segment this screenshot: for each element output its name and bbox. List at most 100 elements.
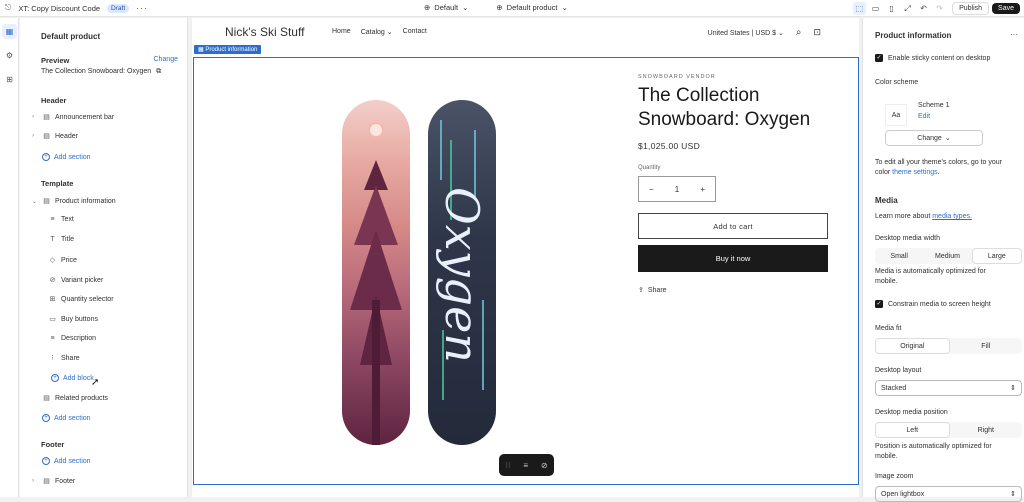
add-section-header-button[interactable]: + Add section: [42, 153, 91, 161]
change-preview-link[interactable]: Change: [153, 56, 178, 63]
section-footer[interactable]: › ▤ Footer: [32, 477, 75, 486]
theme-name: XT: Copy Discount Code: [18, 3, 101, 13]
block-quantity-selector[interactable]: ⊞ Quantity selector: [48, 295, 114, 304]
button-icon: ▭: [49, 316, 56, 323]
product-details: SNOWBOARD VENDOR The Collection Snowboar…: [638, 74, 828, 294]
section-icon: ▤: [43, 395, 50, 402]
store-logo[interactable]: Nick's Ski Stuff: [225, 25, 304, 39]
section-related-products[interactable]: ▤ Related products: [32, 394, 108, 403]
locale-selector[interactable]: United States | USD $ ⌄: [708, 29, 784, 37]
nav-link-home[interactable]: Home: [332, 28, 351, 36]
colors-hint: To edit all your theme's colors, go to y…: [875, 159, 1003, 176]
block-buy-buttons[interactable]: ▭ Buy buttons: [48, 315, 98, 324]
block-label: Quantity selector: [61, 295, 114, 303]
chevron-down-icon: ⌄: [777, 29, 784, 37]
undo-icon[interactable]: ↶: [917, 2, 930, 15]
mouse-cursor: ➚: [91, 377, 100, 388]
plus-circle-icon: +: [51, 374, 59, 382]
status-badge: Draft: [107, 3, 130, 13]
minus-icon[interactable]: −: [649, 185, 654, 194]
template-group-label: Template: [41, 179, 74, 188]
exit-icon[interactable]: ⎋: [5, 3, 11, 13]
theme-settings-icon[interactable]: ⚙: [2, 48, 17, 63]
add-block-button[interactable]: + Add block: [51, 374, 94, 382]
fit-option-original[interactable]: Original: [875, 338, 950, 354]
sections-icon[interactable]: ▦: [2, 24, 17, 39]
position-option-left[interactable]: Left: [875, 422, 950, 438]
redo-icon[interactable]: ↷: [933, 2, 946, 15]
store-header: Nick's Ski Stuff Home Catalog ⌄ Contact …: [192, 18, 859, 48]
nav-link-contact[interactable]: Contact: [403, 28, 427, 36]
nav-link-label: Catalog: [360, 29, 385, 36]
color-scheme-swatch: Aa: [885, 104, 907, 126]
section-icon: ▤: [43, 114, 50, 121]
nav-link-catalog[interactable]: Catalog ⌄: [361, 28, 393, 36]
image-zoom-select[interactable]: Open lightbox ⇕: [875, 486, 1022, 502]
save-button[interactable]: Save: [992, 3, 1020, 14]
media-learn: Learn more about media types.: [875, 212, 972, 222]
buy-now-button[interactable]: Buy it now: [638, 245, 828, 272]
hide-icon[interactable]: ⊘: [541, 461, 548, 470]
width-option-large[interactable]: Large: [971, 248, 1022, 264]
width-option-small[interactable]: Small: [875, 248, 923, 264]
preview-product[interactable]: The Collection Snowboard: Oxygen ⧉: [41, 68, 161, 76]
block-variant-picker[interactable]: ⊘ Variant picker: [48, 276, 104, 285]
swatch-text: Aa: [891, 111, 901, 119]
share-label: Share: [647, 286, 667, 294]
plus-circle-icon: +: [42, 153, 50, 161]
add-section-footer-button[interactable]: + Add section: [42, 457, 91, 465]
publish-button[interactable]: Publish: [952, 2, 990, 15]
board-script-text: Oxygen: [435, 187, 489, 363]
quantity-value[interactable]: 1: [675, 185, 679, 194]
search-icon[interactable]: ⌕: [796, 27, 802, 38]
product-vendor: SNOWBOARD VENDOR: [638, 74, 716, 80]
chevron-down-icon: ⌄: [561, 3, 568, 12]
sticky-content-checkbox[interactable]: ✓ Enable sticky content on desktop: [875, 54, 990, 62]
layout-icon[interactable]: ≡: [523, 461, 528, 470]
device-select[interactable]: ⊕ Default ⌄: [424, 3, 468, 12]
section-header[interactable]: › ▤ Header: [32, 132, 78, 141]
desktop-view-icon[interactable]: ▭: [869, 2, 882, 15]
block-price[interactable]: ◇ Price: [48, 256, 77, 265]
icon-rail: ▦ ⚙ ⊞: [0, 18, 19, 497]
add-section-template-button[interactable]: + Add section: [42, 414, 91, 422]
width-option-medium[interactable]: Medium: [923, 248, 971, 264]
move-icon[interactable]: ⁝⁝: [505, 461, 510, 470]
block-text[interactable]: ≡ Text: [48, 216, 73, 223]
store-preview: Nick's Ski Stuff Home Catalog ⌄ Contact …: [192, 18, 859, 497]
plus-icon[interactable]: +: [700, 185, 705, 194]
desktop-layout-select[interactable]: Stacked ⇕: [875, 380, 1022, 396]
edit-scheme-link[interactable]: Edit: [918, 112, 930, 122]
share-button[interactable]: ⇪ Share: [638, 286, 828, 295]
globe-icon: ⊕: [424, 3, 431, 12]
section-icon: ▤: [43, 478, 50, 485]
section-product-information[interactable]: ⌄ ▤ Product information: [32, 197, 116, 206]
chevron-right-icon: ›: [32, 478, 34, 484]
constrain-media-checkbox[interactable]: ✓ Constrain media to screen height: [875, 300, 991, 308]
block-title[interactable]: T Title: [48, 236, 74, 243]
add-to-cart-button[interactable]: Add to cart: [638, 213, 828, 239]
fullscreen-icon[interactable]: ⤢: [901, 2, 914, 15]
mobile-view-icon[interactable]: ▯: [885, 2, 898, 15]
media-types-link[interactable]: media types.: [932, 213, 972, 220]
select-value: Open lightbox: [881, 490, 925, 498]
checkbox-checked-icon: ✓: [875, 300, 883, 308]
apps-icon[interactable]: ⊞: [2, 72, 17, 87]
theme-settings-link[interactable]: theme settings: [892, 169, 938, 176]
more-icon[interactable]: ⋯: [1010, 30, 1018, 39]
template-select[interactable]: ⊕ Default product ⌄: [496, 3, 567, 12]
template-select-label: Default product: [506, 3, 558, 12]
media-learn-text: Learn more about: [875, 213, 931, 220]
inspector-icon[interactable]: ⬚: [853, 2, 867, 15]
position-option-right[interactable]: Right: [950, 422, 1023, 438]
product-price: $1,025.00 USD: [638, 141, 701, 151]
moon-graphic: [368, 122, 384, 138]
more-actions-button[interactable]: ···: [136, 3, 148, 13]
chevron-down-icon: ⌄: [386, 29, 393, 36]
change-scheme-button[interactable]: Change ⌄: [885, 130, 983, 146]
section-announcement-bar[interactable]: › ▤ Announcement bar: [32, 113, 114, 122]
block-description[interactable]: ≡ Description: [48, 335, 96, 342]
fit-option-fill[interactable]: Fill: [950, 338, 1023, 354]
cart-icon[interactable]: ⊡: [813, 27, 821, 38]
block-share[interactable]: ⁝ Share: [48, 354, 79, 363]
